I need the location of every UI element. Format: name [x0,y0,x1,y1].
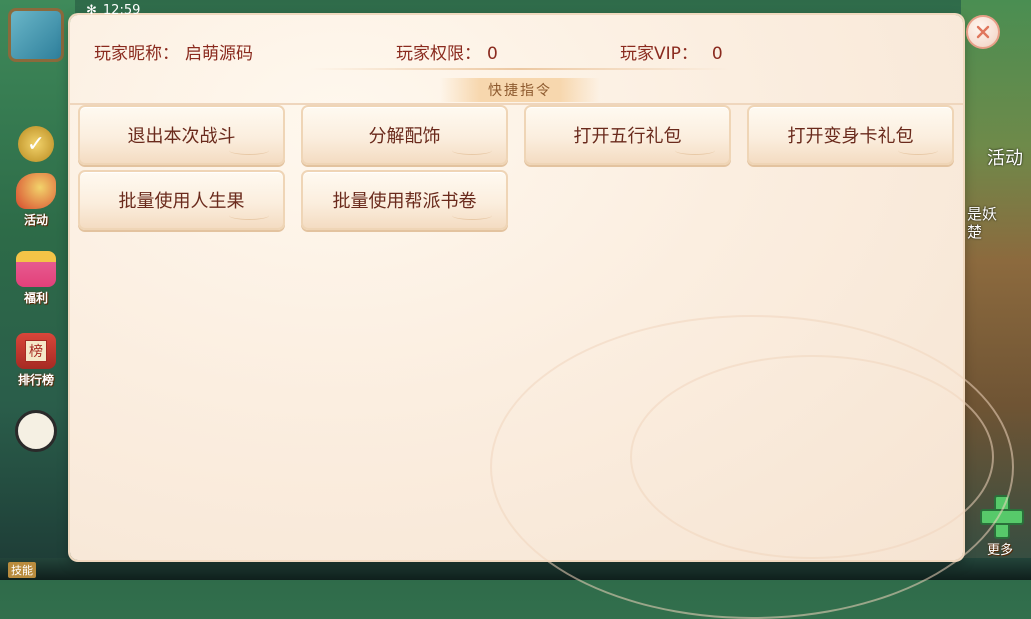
more-label: 更多 [986,543,1013,558]
quest-text: 是妖 楚 [966,205,997,241]
side-menu-label: 排行榜 [17,373,54,387]
command-button-open-wuxing-pack[interactable]: 打开五行礼包 [524,105,731,165]
check-icon: ✓ [18,126,54,162]
side-menu-label: 福利 [23,291,48,305]
decor-wave [229,211,269,220]
permission-value: 0 [487,44,498,64]
player-vip-row: 玩家VIP： 0 [620,39,723,64]
decor-wave [898,146,938,155]
gift-icon [16,251,56,287]
divider [310,68,730,70]
map-button[interactable] [8,8,64,64]
quick-command-dialog: 玩家昵称： 启萌源码 玩家权限： 0 玩家VIP： 0 快捷指令 退出本次战斗 分解配… [70,15,1014,619]
player-name-row: 玩家昵称： 启萌源码 [94,39,253,64]
decor-wave [229,146,269,155]
status-bar: ✻ 12:59 [86,2,140,18]
ranking-badge: 榜 [25,340,47,362]
vip-label: 玩家VIP： [620,44,698,64]
command-button-exit-battle[interactable]: 退出本次战斗 [78,105,285,165]
map-icon [8,8,64,62]
skill-label: 技能 [8,562,36,578]
side-menu-label: 活动 [23,213,48,227]
command-button-batch-use-guild-scroll[interactable]: 批量使用帮派书卷 [301,170,508,230]
gear-icon: ✻ [86,2,97,18]
side-menu-ranking[interactable]: 榜 排行榜 [8,332,64,388]
command-label: 打开五行礼包 [573,126,682,147]
command-button-decompose-accessory[interactable]: 分解配饰 [301,105,508,165]
player-name-label: 玩家昵称： [94,44,179,64]
decor-wave [452,146,492,155]
chat-button[interactable] [8,404,64,454]
activity-tab[interactable]: 活动 [987,144,1023,170]
command-label: 批量使用人生果 [118,191,245,212]
permission-label: 玩家权限： [396,44,481,64]
command-button-open-transform-card-pack[interactable]: 打开变身卡礼包 [747,105,954,165]
player-permission-row: 玩家权限： 0 [396,39,498,64]
close-icon [976,25,990,39]
decor-wave [675,146,715,155]
close-button[interactable] [966,15,1000,49]
side-menu-activity[interactable]: 活动 [8,172,64,228]
command-button-batch-use-ginseng-fruit[interactable]: 批量使用人生果 [78,170,285,230]
decor-wave [452,211,492,220]
chat-bubble-icon [15,410,57,452]
command-label: 打开变身卡礼包 [787,126,914,147]
player-name-value: 启萌源码 [185,44,253,64]
vip-value: 0 [711,44,723,64]
command-label: 退出本次战斗 [127,126,236,147]
command-label: 分解配饰 [368,126,441,147]
command-label: 批量使用帮派书卷 [332,191,477,212]
horn-icon [16,173,56,209]
side-menu-welfare[interactable]: 福利 [8,250,64,306]
clock-time: 12:59 [102,2,141,18]
check-button[interactable]: ✓ [8,120,64,164]
section-title: 快捷指令 [440,78,600,102]
ranking-icon: 榜 [16,333,56,369]
